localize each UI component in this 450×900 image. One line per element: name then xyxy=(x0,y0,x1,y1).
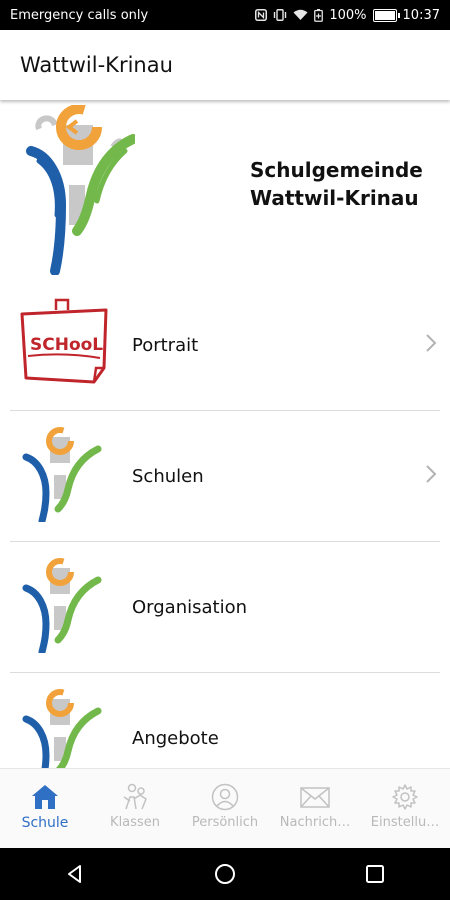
school-logo xyxy=(26,105,135,275)
recents-icon[interactable] xyxy=(364,863,386,885)
tab-label: Einstellu… xyxy=(370,815,440,830)
main-content[interactable]: Schulgemeinde Wattwil-Krinau SCHooL Port… xyxy=(0,100,450,768)
tab-label: Persönlich xyxy=(191,815,259,830)
battery-percent: 100% xyxy=(329,7,367,23)
mail-icon xyxy=(300,787,330,808)
app-bar: Wattwil-Krinau xyxy=(0,30,450,100)
vibrate-icon xyxy=(273,9,287,21)
chevron-right-icon xyxy=(426,334,437,352)
list-item-label: Organisation xyxy=(132,596,248,618)
school-header: Schulgemeinde Wattwil-Krinau xyxy=(0,100,450,278)
tab-label: Nachrich… xyxy=(279,815,351,830)
home-nav-icon[interactable] xyxy=(213,862,237,886)
status-bar: Emergency calls only 100% 10:37 xyxy=(0,0,450,30)
school-logo-icon xyxy=(22,427,102,522)
home-icon xyxy=(32,785,58,809)
person-icon xyxy=(211,783,239,811)
chevron-right-icon xyxy=(426,465,437,483)
status-icons: 100% 10:37 xyxy=(255,8,440,23)
app-title: Wattwil-Krinau xyxy=(20,53,173,77)
tab-label: Schule xyxy=(21,815,69,831)
students-icon xyxy=(123,783,147,810)
school-logo-icon xyxy=(22,689,102,768)
tab-persoenlich[interactable]: Persönlich xyxy=(180,769,270,849)
list-item-organisation[interactable]: Organisation xyxy=(10,542,440,673)
list-item-angebote[interactable]: Angebote xyxy=(10,673,440,768)
wifi-icon xyxy=(293,9,308,21)
tab-label: Klassen xyxy=(110,815,160,830)
school-name-line2: Wattwil-Krinau xyxy=(250,186,419,210)
gear-icon xyxy=(392,784,418,810)
tab-klassen[interactable]: Klassen xyxy=(90,769,180,849)
battery-saver-icon xyxy=(314,8,324,22)
battery-icon xyxy=(372,8,400,22)
list-item-schulen[interactable]: Schulen xyxy=(10,411,440,542)
school-logo-icon xyxy=(22,558,102,653)
carrier-text: Emergency calls only xyxy=(10,7,149,23)
list-item-label: Portrait xyxy=(132,334,199,356)
list-item-label: Schulen xyxy=(132,465,204,487)
clock: 10:37 xyxy=(402,7,440,23)
tab-einstellungen[interactable]: Einstellu… xyxy=(360,769,450,849)
back-icon[interactable] xyxy=(64,863,86,885)
system-nav-bar xyxy=(0,848,450,900)
tab-schule[interactable]: Schule xyxy=(0,769,90,849)
tab-bar: Schule Klassen Persönlich Nachrich… Eins… xyxy=(0,768,450,849)
nfc-icon xyxy=(255,9,268,21)
school-name-line1: Schulgemeinde xyxy=(250,158,423,182)
svg-text:SCHooL: SCHooL xyxy=(30,335,103,355)
school-name: Schulgemeinde Wattwil-Krinau xyxy=(250,156,423,212)
school-sign-icon: SCHooL xyxy=(20,298,108,384)
list-item-portrait[interactable]: SCHooL Portrait xyxy=(10,280,440,411)
list-item-label: Angebote xyxy=(132,727,219,749)
tab-nachrichten[interactable]: Nachrich… xyxy=(270,769,360,849)
